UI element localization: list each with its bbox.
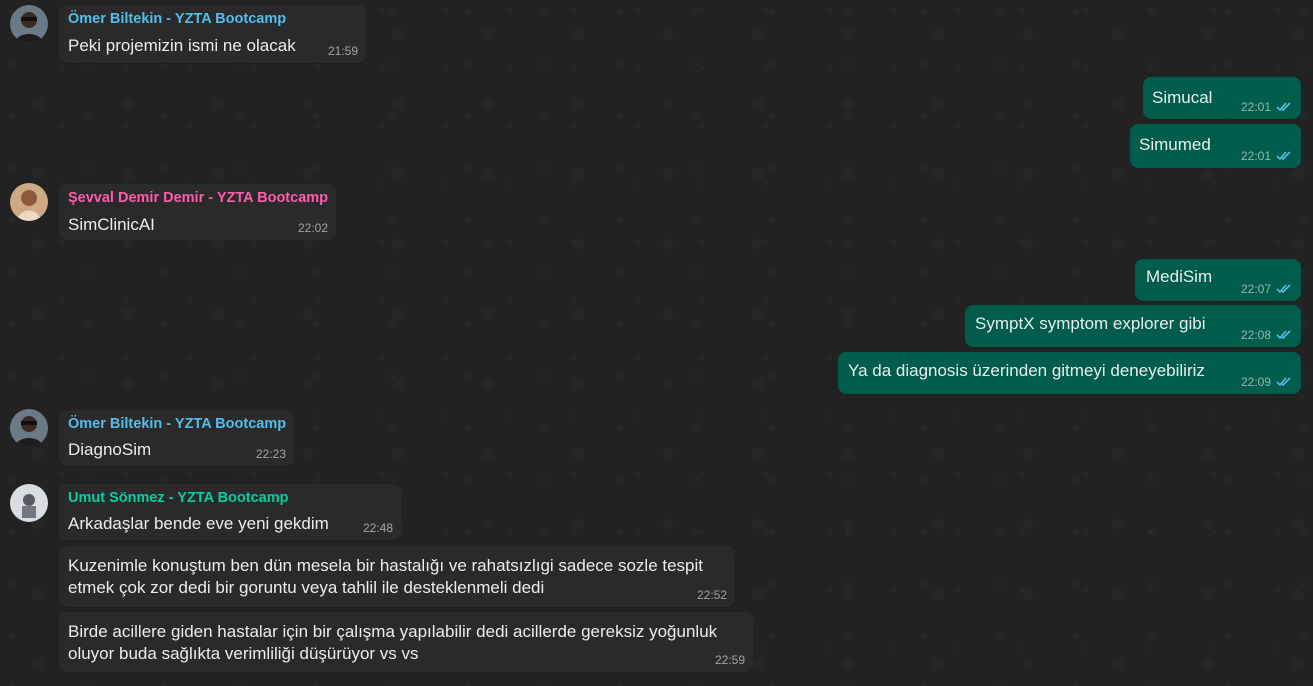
message-time: 21:59 [327, 44, 358, 58]
sender-name: Ömer Biltekin - YZTA Bootcamp [68, 416, 287, 432]
message-bubble[interactable]: Ömer Biltekin - YZTA Bootcamp DiagnoSim … [59, 410, 294, 466]
message-text: Birde acillere giden hastalar için bir ç… [68, 622, 722, 663]
sender-name: Şevval Demir Demir - YZTA Bootcamp [68, 190, 329, 206]
message-text: Arkadaşlar bende eve yeni gekdim [68, 514, 329, 533]
message-bubble[interactable]: SymptX symptom explorer gibi 22:08 [965, 305, 1301, 347]
message-bubble[interactable]: MediSim 22:07 [1135, 259, 1301, 301]
message-bubble[interactable]: Simucal 22:01 [1143, 77, 1301, 119]
read-receipt-icon [1276, 330, 1291, 340]
message-bubble[interactable]: Umut Sönmez - YZTA Bootcamp Arkadaşlar b… [59, 484, 401, 540]
message-time: 22:08 [1240, 328, 1271, 342]
avatar[interactable] [10, 409, 48, 447]
sender-name: Umut Sönmez - YZTA Bootcamp [68, 490, 289, 506]
message-time: 22:02 [297, 221, 328, 235]
message-time: 22:59 [714, 653, 745, 667]
message-time: 22:01 [1240, 100, 1271, 114]
message-text: DiagnoSim [68, 440, 152, 459]
message-bubble[interactable]: Birde acillere giden hastalar için bir ç… [59, 612, 753, 672]
message-text: Kuzenimle konuştum ben dün mesela bir ha… [68, 556, 708, 597]
avatar[interactable] [10, 484, 48, 522]
message-text: Ya da diagnosis üzerinden gitmeyi deneye… [848, 361, 1205, 380]
avatar[interactable] [10, 183, 48, 221]
message-bubble[interactable]: Simumed 22:01 [1130, 124, 1301, 168]
message-text: Simucal [1152, 88, 1213, 107]
message-time: 22:09 [1240, 375, 1271, 389]
message-time: 22:23 [255, 447, 286, 461]
message-time: 22:48 [362, 521, 393, 535]
message-time: 22:01 [1240, 149, 1271, 163]
sender-name: Ömer Biltekin - YZTA Bootcamp [68, 11, 287, 27]
message-bubble[interactable]: Ömer Biltekin - YZTA Bootcamp Peki proje… [59, 5, 366, 63]
read-receipt-icon [1276, 151, 1291, 161]
avatar[interactable] [10, 5, 48, 43]
message-text: Peki projemizin ismi ne olacak [68, 36, 296, 55]
read-receipt-icon [1276, 102, 1291, 112]
message-bubble[interactable]: Kuzenimle konuştum ben dün mesela bir ha… [59, 546, 735, 607]
message-text: Simumed [1139, 135, 1211, 154]
message-text: MediSim [1146, 267, 1213, 286]
message-bubble[interactable]: Şevval Demir Demir - YZTA Bootcamp SimCl… [59, 184, 336, 240]
message-text: SimClinicAI [68, 215, 155, 234]
message-time: 22:52 [696, 588, 727, 602]
message-text: SymptX symptom explorer gibi [975, 314, 1206, 333]
read-receipt-icon [1276, 284, 1291, 294]
message-bubble[interactable]: Ya da diagnosis üzerinden gitmeyi deneye… [838, 352, 1301, 394]
message-time: 22:07 [1240, 282, 1271, 296]
read-receipt-icon [1276, 377, 1291, 387]
